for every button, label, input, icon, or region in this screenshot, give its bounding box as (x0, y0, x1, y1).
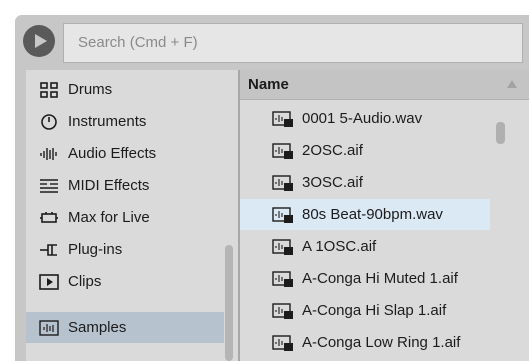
sidebar-item-clips[interactable]: Clips (26, 266, 224, 297)
instrument-clock-icon (38, 113, 60, 131)
midi-effects-icon (38, 177, 60, 195)
file-list-scrollbar[interactable] (496, 122, 505, 144)
list-item[interactable]: A-Conga Low Ring 1.aif (240, 327, 490, 358)
plugin-icon (38, 241, 60, 259)
sidebar-item-label: Audio Effects (68, 145, 157, 162)
sidebar-item-midi-effects[interactable]: MIDI Effects (26, 170, 224, 201)
file-name: A 1OSC.aif (302, 238, 377, 255)
play-icon (35, 34, 47, 48)
audio-file-icon (272, 174, 293, 191)
sidebar-item-audio-effects[interactable]: Audio Effects (26, 138, 224, 169)
list-item[interactable]: 2OSC.aif (240, 135, 490, 166)
file-name: 2OSC.aif (302, 142, 363, 159)
audio-file-icon (272, 206, 293, 223)
list-item[interactable]: A-Conga Hi Slap 1.aif (240, 295, 490, 326)
audio-file-icon (272, 238, 293, 255)
list-item[interactable]: A-Conga Hi Muted 1.aif (240, 263, 490, 294)
file-name: A-Conga Hi Muted 1.aif (302, 270, 458, 287)
search-input[interactable]: Search (Cmd + F) (63, 23, 523, 63)
preview-play-button[interactable] (23, 25, 55, 57)
name-column-label: Name (248, 76, 289, 93)
browser-toolbar: Search (Cmd + F) (15, 15, 529, 70)
sort-ascending-icon[interactable] (506, 79, 518, 89)
sidebar-item-plug-ins[interactable]: Plug-ins (26, 234, 224, 265)
sidebar-item-instruments[interactable]: Instruments (26, 106, 224, 137)
sidebar-item-label: Clips (68, 273, 102, 290)
clip-icon (38, 273, 60, 291)
max-for-live-icon (38, 209, 60, 227)
sidebar-scrollbar[interactable] (225, 245, 233, 361)
sidebar-item-max-for-live[interactable]: Max for Live (26, 202, 224, 233)
audio-file-icon (272, 142, 293, 159)
audio-file-icon (272, 334, 293, 351)
browser-window: Search (Cmd + F) Drums Instruments Audio… (15, 15, 529, 361)
list-item[interactable]: 3OSC.aif (240, 167, 490, 198)
audio-file-icon (272, 270, 293, 287)
file-name: A-Conga Hi Slap 1.aif (302, 302, 447, 319)
sidebar-item-samples[interactable]: Samples (26, 312, 224, 343)
audio-effects-icon (38, 145, 60, 163)
sidebar-item-drums[interactable]: Drums (26, 74, 224, 105)
sample-icon (38, 319, 60, 337)
list-item[interactable]: 80s Beat-90bpm.wav (240, 199, 490, 230)
file-name: 80s Beat-90bpm.wav (302, 206, 443, 223)
audio-file-icon (272, 302, 293, 319)
sidebar-item-label: Drums (68, 81, 113, 98)
category-sidebar: Drums Instruments Audio Effects MIDI Eff… (26, 70, 238, 361)
file-list-panel: Name 0001 5-Audio.wav 2OSC.aif 3OSC.aif … (240, 70, 529, 361)
sidebar-item-label: Max for Live (68, 209, 150, 226)
list-item[interactable]: 0001 5-Audio.wav (240, 103, 490, 134)
sidebar-item-label: Samples (68, 319, 127, 336)
sidebar-item-label: Instruments (68, 113, 147, 130)
file-name: 0001 5-Audio.wav (302, 110, 423, 127)
file-name: A-Conga Low Ring 1.aif (302, 334, 461, 351)
sidebar-item-label: Plug-ins (68, 241, 123, 258)
drum-grid-icon (38, 81, 60, 99)
file-name: 3OSC.aif (302, 174, 363, 191)
sidebar-item-label: MIDI Effects (68, 177, 150, 194)
column-header[interactable]: Name (240, 70, 529, 100)
list-item[interactable]: A 1OSC.aif (240, 231, 490, 262)
audio-file-icon (272, 110, 293, 127)
